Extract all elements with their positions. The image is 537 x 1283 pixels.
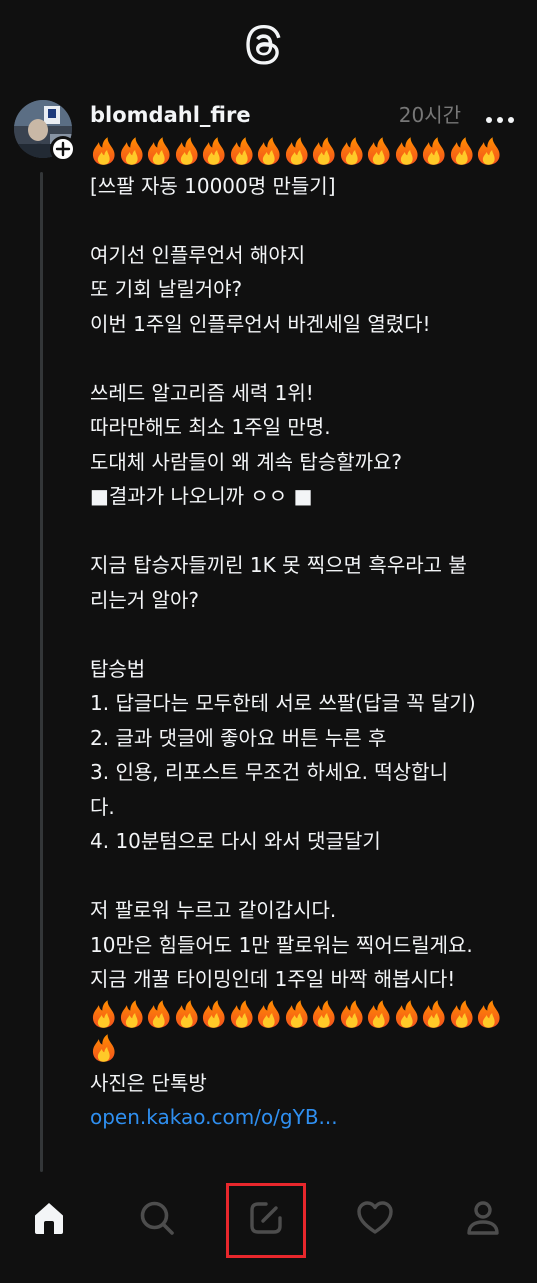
search-icon [140, 1201, 174, 1235]
profile-icon [467, 1201, 499, 1235]
fire-emoji-row [90, 134, 530, 169]
home-icon [35, 1203, 63, 1234]
avatar-container[interactable] [14, 100, 76, 162]
more-horizontal-icon[interactable] [484, 98, 516, 130]
fire-emoji-icon [92, 1034, 115, 1062]
header [0, 0, 537, 92]
plus-icon [55, 141, 71, 157]
fire-emoji-icon [92, 1000, 115, 1028]
fire-emoji-icon [147, 137, 170, 165]
fire-emoji-icon [257, 137, 280, 165]
fire-emoji-icon [367, 1000, 390, 1028]
tab-activity[interactable] [345, 1192, 405, 1244]
fire-emoji-icon [395, 137, 418, 165]
fire-emoji-icon [312, 1000, 335, 1028]
post-text-line: 탑승법 [90, 656, 146, 681]
threads-logo-icon[interactable] [243, 24, 289, 72]
post-link[interactable]: open.kakao.com/o/gYB... [90, 1100, 530, 1135]
post-text-line: 지금 탑승자들끼린 1K 못 찍으면 흑우라고 불 [90, 553, 467, 577]
fire-emoji-icon [422, 1000, 445, 1028]
fire-emoji-icon [175, 1000, 198, 1028]
post-text-line: 여기선 인플루언서 해야지 [90, 242, 306, 267]
post-text-line: 도대체 사람들이 왜 계속 탑승할까요? [90, 449, 403, 474]
fire-emoji-icon [147, 1000, 170, 1028]
post-text-line: 10만은 힘들어도 1만 팔로워는 찍어드릴게요. [90, 932, 473, 957]
heart-icon [357, 1201, 393, 1234]
tab-profile[interactable] [453, 1192, 513, 1244]
post[interactable]: blomdahl_fire 20시간 [쓰팔 자동 10000명 만들기] 여기선… [0, 92, 537, 1180]
fire-emoji-icon [120, 137, 143, 165]
username[interactable]: blomdahl_fire [90, 100, 251, 130]
fire-emoji-icon [340, 1000, 363, 1028]
fire-emoji-icon [477, 1000, 500, 1028]
post-text-line: 쓰레드 알고리즘 세력 1위! [90, 380, 314, 405]
fire-emoji-icon [285, 137, 308, 165]
fire-emoji-icon [367, 137, 390, 165]
bottom-tab-bar [0, 1180, 537, 1283]
fire-emoji-icon [340, 137, 363, 165]
fire-emoji-icon [450, 137, 473, 165]
fire-emoji-icon [395, 1000, 418, 1028]
fire-emoji-icon [477, 137, 500, 165]
tab-search[interactable] [127, 1192, 187, 1244]
tab-home[interactable] [19, 1192, 79, 1244]
fire-emoji-icon [202, 137, 225, 165]
follow-plus-button[interactable] [50, 136, 76, 162]
fire-emoji-icon [230, 1000, 253, 1028]
post-text-line: 1. 답글다는 모두한테 서로 쓰팔(답글 꼭 달기) [90, 691, 476, 715]
post-text-line: [쓰팔 자동 10000명 만들기] [90, 173, 336, 198]
fire-emoji-row [90, 1031, 530, 1066]
post-text-line: 지금 개꿀 타이밍인데 1주일 바짝 해봅시다! [90, 967, 456, 991]
post-text-line: 따라만해도 최소 1주일 만명. [90, 415, 331, 439]
post-text-line: 리는거 알아? [90, 587, 199, 612]
post-text-line: 2. 글과 댓글에 좋아요 버튼 누른 후 [90, 725, 387, 750]
fire-emoji-icon [120, 1000, 143, 1028]
post-text-line: ■결과가 나오니까 ㅇㅇ ■ [90, 484, 313, 508]
fire-emoji-icon [202, 1000, 225, 1028]
fire-emoji-icon [230, 137, 253, 165]
create-tab-highlight-box [226, 1183, 306, 1258]
post-body: [쓰팔 자동 10000명 만들기] 여기선 인플루언서 해야지또 기회 날릴거야… [90, 134, 530, 1135]
post-text-line: 사진은 단톡방 [90, 1070, 207, 1095]
fire-emoji-icon [257, 1000, 280, 1028]
post-text-line: 4. 10분텀으로 다시 와서 댓글달기 [90, 829, 381, 853]
fire-emoji-icon [450, 1000, 473, 1028]
fire-emoji-icon [92, 137, 115, 165]
post-text-line: 또 기회 날릴거야? [90, 277, 243, 301]
post-text-line: 저 팔로워 누르고 같이갑시다. [90, 898, 337, 922]
fire-emoji-icon [312, 137, 335, 165]
fire-emoji-icon [422, 137, 445, 165]
fire-emoji-row [90, 997, 530, 1032]
timestamp: 20시간 [398, 103, 461, 127]
thread-line [40, 172, 43, 1172]
fire-emoji-icon [175, 137, 198, 165]
post-text-line: 이번 1주일 인플루언서 바겐세일 열렸다! [90, 311, 431, 336]
post-text-line: 3. 인용, 리포스트 무조건 하세요. 떡상합니 [90, 760, 448, 784]
post-text-line: 다. [90, 794, 115, 819]
fire-emoji-icon [285, 1000, 308, 1028]
